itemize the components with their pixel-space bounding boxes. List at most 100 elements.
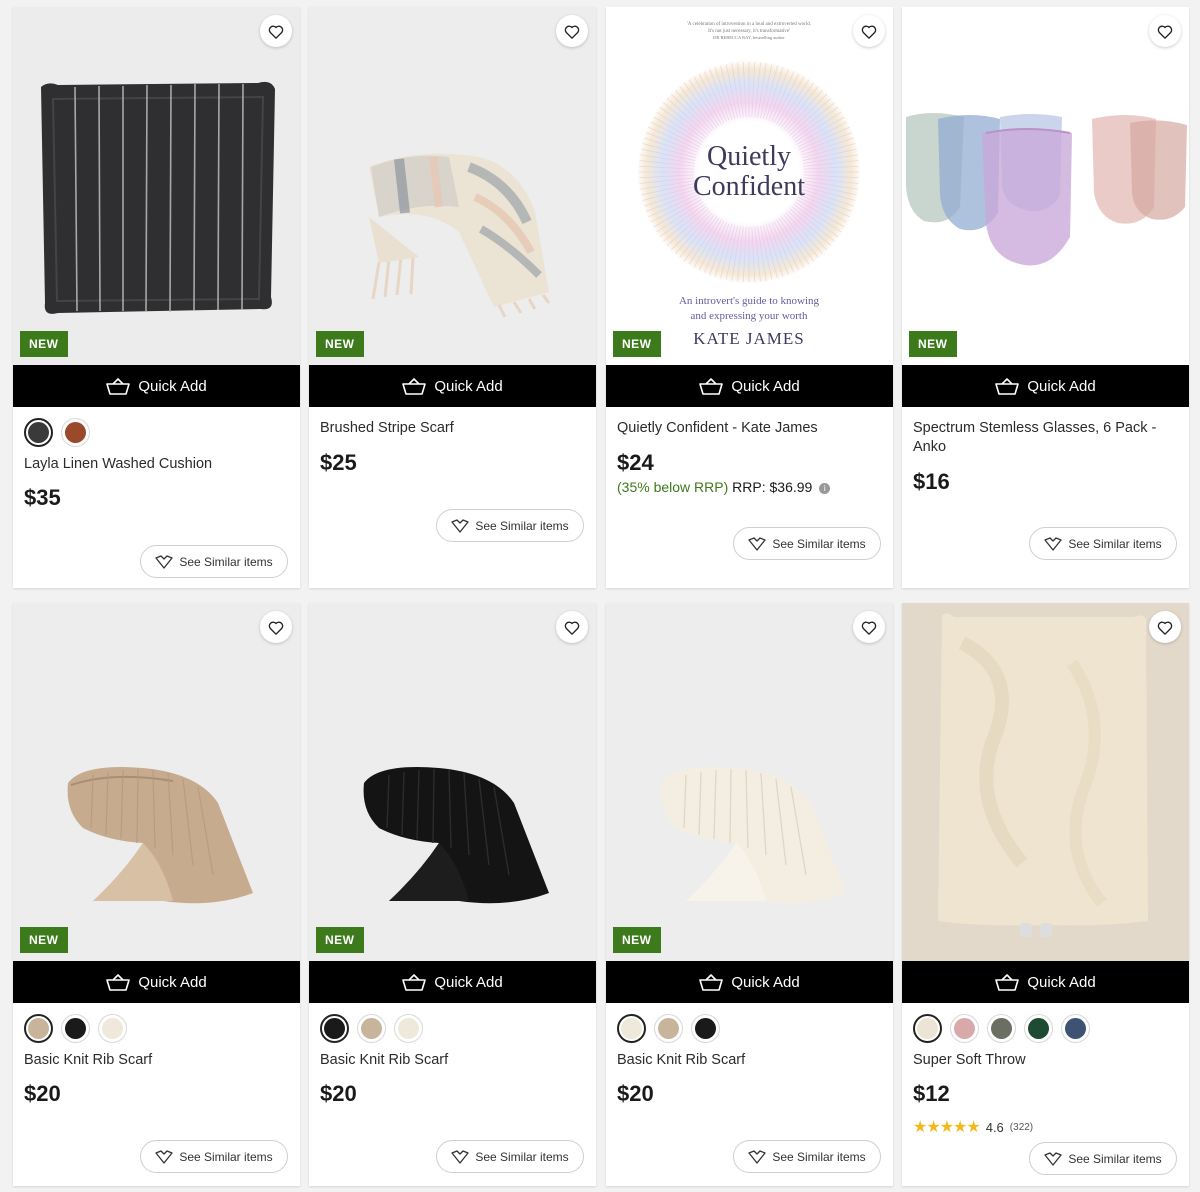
see-similar-button[interactable]: See Similar items (436, 509, 584, 542)
product-grid: NEW Quick Add Layla Linen Washed Cushion… (0, 0, 1200, 1192)
color-swatch[interactable] (24, 418, 53, 447)
product-card[interactable]: NEW Quick Add Spectrum Stemless Glasses,… (902, 7, 1189, 588)
product-title[interactable]: Basic Knit Rib Scarf (24, 1051, 284, 1070)
book-cover-image: 'A celebration of introversion in a loud… (606, 7, 893, 365)
color-swatch[interactable] (394, 1014, 423, 1043)
stripe-scarf-image (309, 7, 596, 365)
see-similar-button[interactable]: See Similar items (140, 545, 288, 578)
color-swatch[interactable] (1061, 1014, 1090, 1043)
color-swatch[interactable] (320, 1014, 349, 1043)
product-image[interactable]: 'A celebration of introversion in a loud… (606, 7, 893, 365)
product-image[interactable]: NEW (606, 603, 893, 961)
new-badge: NEW (316, 331, 364, 357)
color-swatch[interactable] (691, 1014, 720, 1043)
quick-add-button[interactable]: Quick Add (902, 961, 1189, 1003)
product-title[interactable]: Layla Linen Washed Cushion (24, 455, 284, 474)
product-card[interactable]: NEW Quick Add Basic Knit Rib Scarf $20 S… (309, 603, 596, 1186)
product-card[interactable]: NEW Quick Add Layla Linen Washed Cushion… (13, 7, 300, 588)
quick-add-label: Quick Add (731, 377, 800, 395)
color-swatches (913, 1014, 1090, 1043)
product-price: $20 (24, 1081, 61, 1106)
wishlist-heart-button[interactable] (853, 15, 885, 47)
see-similar-button[interactable]: See Similar items (733, 1140, 881, 1173)
product-rating[interactable]: ★★★★★ 4.6 (322) (913, 1117, 1033, 1137)
quick-add-button[interactable]: Quick Add (902, 365, 1189, 407)
heart-icon (861, 621, 877, 635)
info-icon[interactable]: i (819, 483, 831, 494)
quick-add-button[interactable]: Quick Add (309, 961, 596, 1003)
cushion-image (13, 7, 300, 365)
basket-icon (995, 973, 1020, 991)
color-swatch[interactable] (61, 418, 90, 447)
product-card[interactable]: NEW Quick Add Basic Knit Rib Scarf $20 S… (13, 603, 300, 1186)
wishlist-heart-button[interactable] (556, 15, 588, 47)
color-swatch[interactable] (61, 1014, 90, 1043)
product-image[interactable] (902, 603, 1189, 961)
color-swatches (24, 1014, 127, 1043)
basket-icon (699, 973, 724, 991)
knit-scarf-cream-image (606, 603, 893, 961)
color-swatch[interactable] (654, 1014, 683, 1043)
similar-icon (155, 554, 173, 569)
quick-add-label: Quick Add (138, 377, 207, 395)
see-similar-button[interactable]: See Similar items (1029, 1142, 1177, 1175)
quick-add-button[interactable]: Quick Add (309, 365, 596, 407)
cover-title: Confident (693, 171, 805, 202)
cover-blurb: It's not just necessary, it's transforma… (708, 29, 790, 34)
wishlist-heart-button[interactable] (260, 611, 292, 643)
see-similar-button[interactable]: See Similar items (436, 1140, 584, 1173)
cover-author: KATE JAMES (693, 329, 805, 348)
quick-add-button[interactable]: Quick Add (606, 961, 893, 1003)
heart-icon (268, 25, 284, 39)
quick-add-label: Quick Add (1027, 973, 1096, 991)
see-similar-label: See Similar items (475, 1149, 569, 1164)
product-price: $20 (617, 1081, 654, 1106)
color-swatch[interactable] (357, 1014, 386, 1043)
knit-scarf-black-image (309, 603, 596, 961)
product-image[interactable]: NEW (309, 7, 596, 365)
quick-add-button[interactable]: Quick Add (606, 365, 893, 407)
wishlist-heart-button[interactable] (853, 611, 885, 643)
product-title[interactable]: Basic Knit Rib Scarf (320, 1051, 580, 1070)
color-swatch[interactable] (98, 1014, 127, 1043)
wishlist-heart-button[interactable] (556, 611, 588, 643)
wishlist-heart-button[interactable] (1149, 611, 1181, 643)
basket-icon (699, 377, 724, 395)
product-price: $25 (320, 450, 357, 475)
product-card[interactable]: 'A celebration of introversion in a loud… (606, 7, 893, 588)
see-similar-button[interactable]: See Similar items (1029, 527, 1177, 560)
cover-title: Quietly (707, 141, 791, 172)
product-title[interactable]: Super Soft Throw (913, 1051, 1173, 1070)
quick-add-button[interactable]: Quick Add (13, 365, 300, 407)
product-image[interactable]: NEW (13, 7, 300, 365)
product-title[interactable]: Spectrum Stemless Glasses, 6 Pack - Anko (913, 419, 1173, 457)
product-image[interactable]: NEW (309, 603, 596, 961)
color-swatch[interactable] (617, 1014, 646, 1043)
see-similar-label: See Similar items (179, 1149, 273, 1164)
basket-icon (402, 377, 427, 395)
color-swatch[interactable] (913, 1014, 942, 1043)
wishlist-heart-button[interactable] (1149, 15, 1181, 47)
product-title[interactable]: Basic Knit Rib Scarf (617, 1051, 877, 1070)
color-swatch[interactable] (1024, 1014, 1053, 1043)
product-price: $20 (320, 1081, 357, 1106)
wishlist-heart-button[interactable] (260, 15, 292, 47)
see-similar-button[interactable]: See Similar items (140, 1140, 288, 1173)
see-similar-label: See Similar items (772, 1149, 866, 1164)
similar-icon (748, 536, 766, 551)
product-card[interactable]: NEW Quick Add Basic Knit Rib Scarf $20 S… (606, 603, 893, 1186)
see-similar-button[interactable]: See Similar items (733, 527, 881, 560)
similar-icon (1044, 536, 1062, 551)
color-swatch[interactable] (950, 1014, 979, 1043)
color-swatch[interactable] (24, 1014, 53, 1043)
product-title[interactable]: Brushed Stripe Scarf (320, 419, 580, 438)
product-card[interactable]: NEW Quick Add Brushed Stripe Scarf $25 S… (309, 7, 596, 588)
product-card[interactable]: Quick Add Super Soft Throw $12 ★★★★★ 4.6… (902, 603, 1189, 1186)
product-image[interactable]: NEW (13, 603, 300, 961)
product-title[interactable]: Quietly Confident - Kate James (617, 419, 877, 438)
quick-add-button[interactable]: Quick Add (13, 961, 300, 1003)
heart-icon (1157, 25, 1173, 39)
color-swatch[interactable] (987, 1014, 1016, 1043)
product-image[interactable]: NEW (902, 7, 1189, 365)
heart-icon (268, 621, 284, 635)
